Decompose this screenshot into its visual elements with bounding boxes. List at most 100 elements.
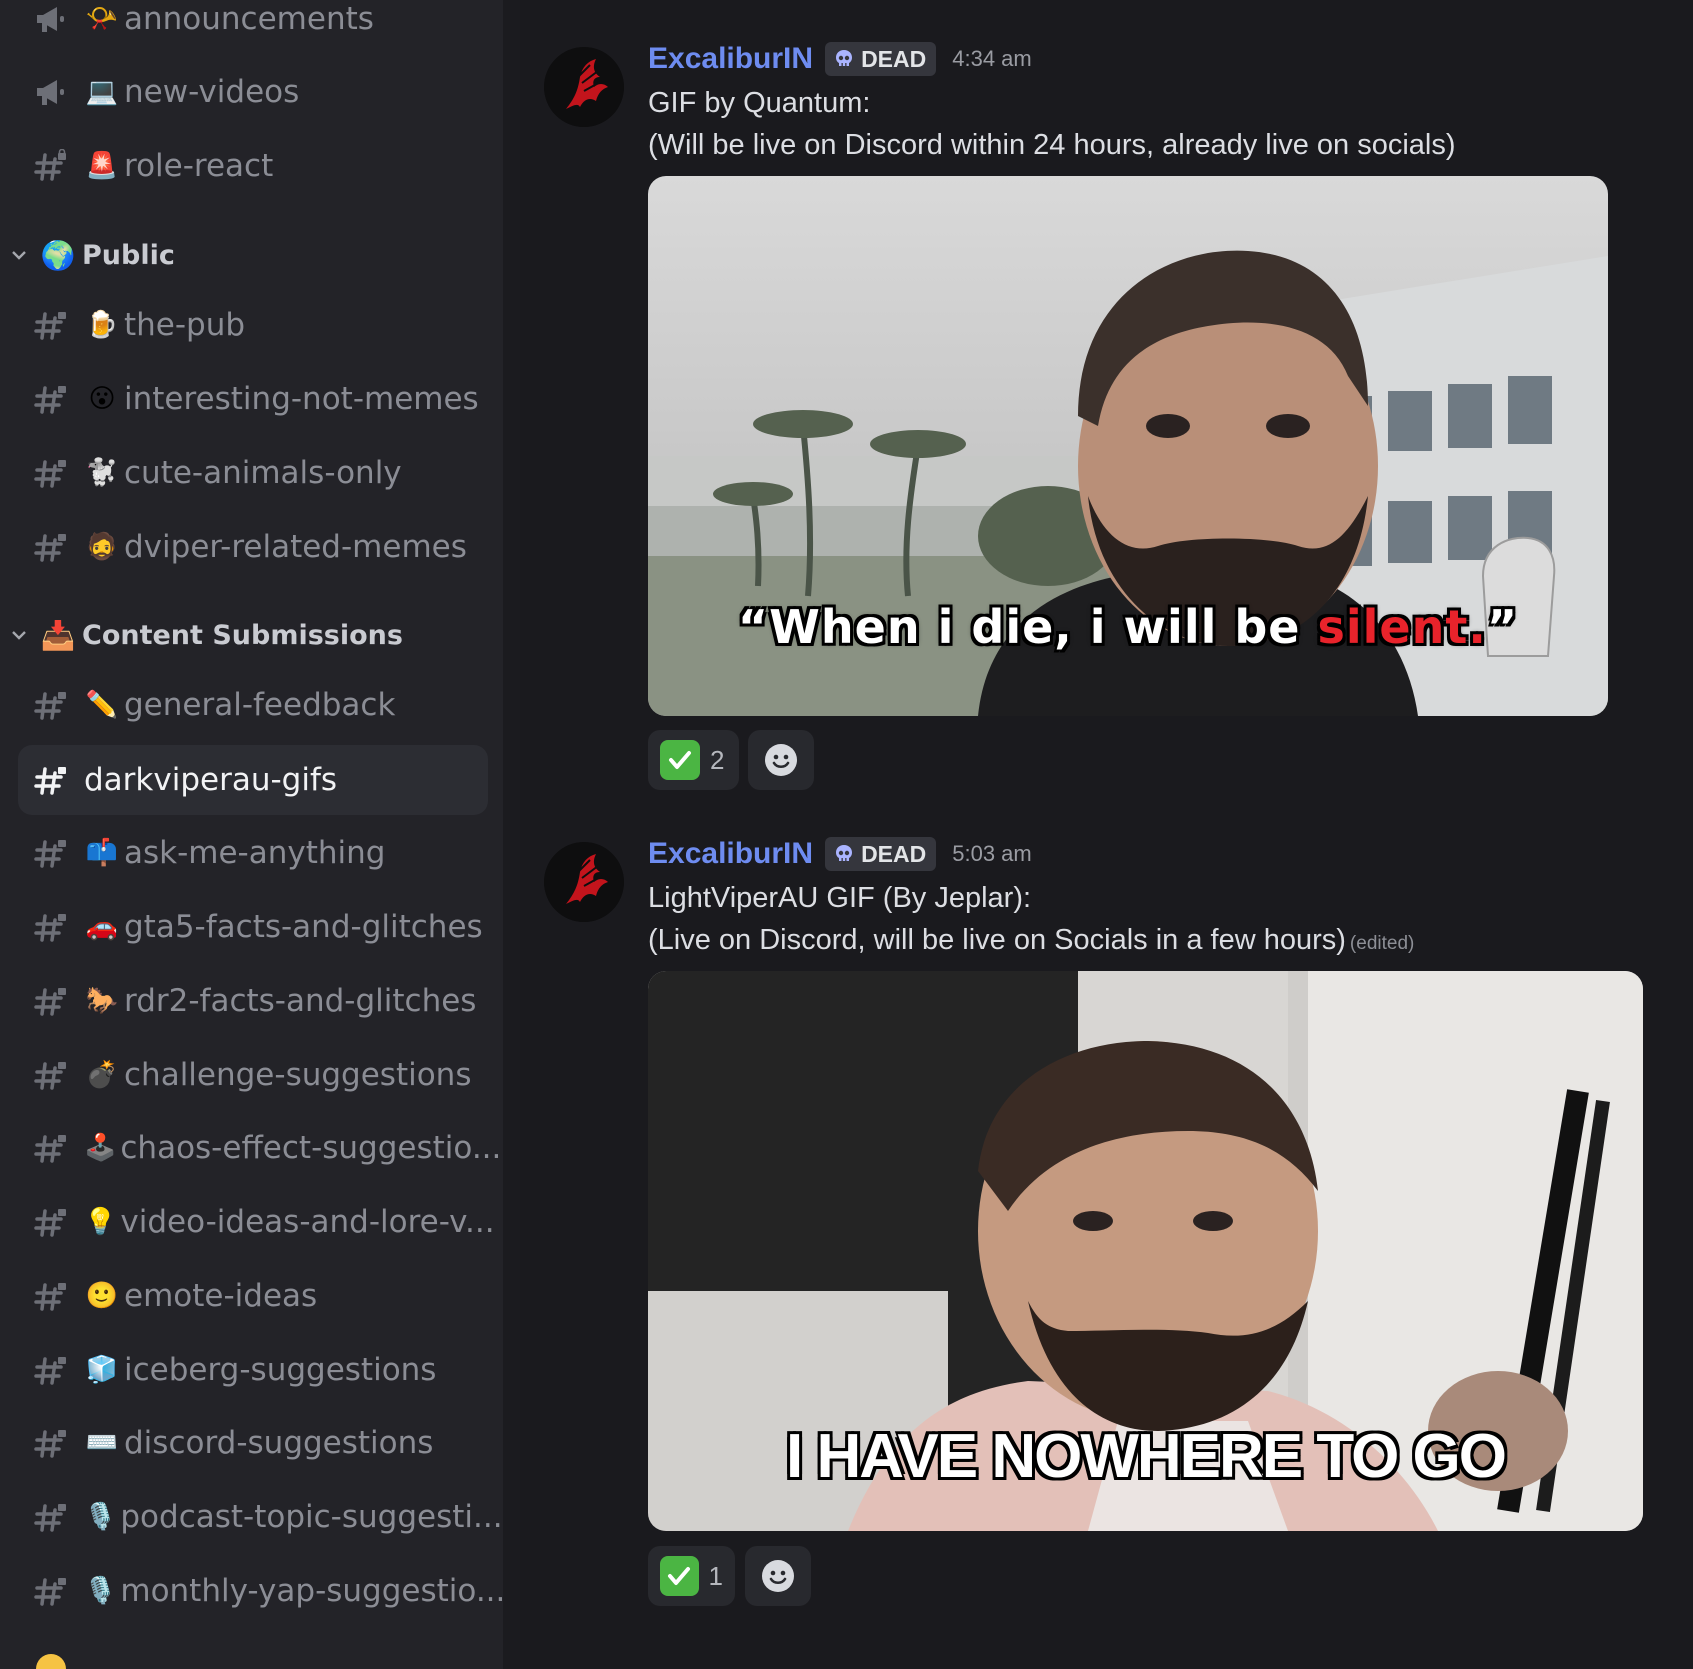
computer-emoji: 💻 — [85, 77, 119, 107]
caption-text: ” — [1486, 600, 1519, 654]
channel-name: gta5-facts-and-glitches — [124, 909, 483, 945]
megaphone-icon — [34, 2, 68, 36]
pencil-emoji: ✏️ — [85, 690, 119, 720]
smiley-icon — [765, 744, 797, 776]
message-text: GIF by Quantum: — [648, 87, 871, 119]
channel-cute-animals-only[interactable]: 🐩 cute-animals-only — [18, 438, 488, 508]
caption-highlight: silent. — [1317, 600, 1487, 654]
channel-general-feedback[interactable]: ✏️ general-feedback — [18, 670, 488, 740]
check-mark-icon — [660, 740, 700, 780]
locked-hash-icon — [34, 1574, 68, 1608]
channel-announcements[interactable]: 📯 announcements — [18, 0, 488, 54]
reaction-count: 1 — [708, 1560, 723, 1591]
timestamp[interactable]: 4:34 am — [952, 46, 1032, 72]
chevron-down-icon — [8, 244, 30, 266]
chevron-down-icon — [8, 624, 30, 646]
locked-hash-icon — [34, 1500, 68, 1534]
channel-name: darkviperau-gifs — [84, 762, 338, 798]
channel-name: dviper-related-memes — [124, 529, 467, 565]
skull-icon — [836, 50, 853, 66]
add-reaction-button[interactable] — [745, 1546, 811, 1606]
partial-emoji-icon — [36, 1654, 66, 1669]
locked-hash-icon — [34, 1426, 68, 1460]
channel-podcast-topic-suggestions[interactable]: 🎙️ podcast-topic-suggesti... — [18, 1482, 503, 1552]
channel-name: rdr2-facts-and-glitches — [124, 983, 477, 1019]
message-text: (Live on Discord, will be live on Social… — [648, 924, 1346, 956]
category-public[interactable]: 🌍 Public — [8, 230, 488, 280]
channel-name: ask-me-anything — [124, 835, 386, 871]
channel-name: new-videos — [124, 74, 300, 110]
channel-name: challenge-suggestions — [124, 1057, 472, 1093]
bearded-face-emoji: 🧔 — [85, 532, 119, 562]
avatar[interactable] — [544, 47, 624, 127]
avatar[interactable] — [544, 842, 624, 922]
channel-chaos-effect-suggestions[interactable]: 🕹️ chaos-effect-suggestio... — [18, 1113, 501, 1183]
channel-discord-suggestions[interactable]: ⌨️ discord-suggestions — [18, 1408, 488, 1478]
channel-name: announcements — [124, 1, 374, 37]
edited-label: (edited) — [1349, 933, 1415, 954]
reaction-check[interactable]: 1 — [648, 1546, 735, 1606]
category-content-submissions[interactable]: 📥 Content Submissions — [8, 610, 488, 660]
add-reaction-button[interactable] — [748, 730, 814, 790]
channel-rdr2-facts-and-glitches[interactable]: 🐎 rdr2-facts-and-glitches — [18, 966, 488, 1036]
channel-name: cute-animals-only — [124, 455, 402, 491]
channel-interesting-not-memes[interactable]: 😮 interesting-not-memes — [18, 364, 488, 434]
channel-name: podcast-topic-suggesti... — [120, 1499, 503, 1535]
message-text: LightViperAU GIF (By Jeplar): — [648, 882, 1032, 914]
channel-darkviperau-gifs[interactable]: darkviperau-gifs — [18, 745, 488, 815]
timestamp[interactable]: 5:03 am — [952, 841, 1032, 867]
author-name[interactable]: ExcaliburIN — [648, 42, 813, 76]
postal-horn-emoji: 📯 — [85, 4, 119, 34]
locked-hash-icon — [34, 149, 68, 183]
channel-dviper-related-memes[interactable]: 🧔 dviper-related-memes — [18, 512, 488, 582]
discord-app: 📯 announcements 💻 new-videos 🚨 role-reac… — [0, 0, 1693, 1669]
locked-hash-icon — [34, 382, 68, 416]
gif-caption: “When i die, i will be silent.” — [648, 600, 1608, 654]
channel-video-ideas-and-lore[interactable]: 💡 video-ideas-and-lore-v... — [18, 1187, 495, 1257]
channel-name: monthly-yap-suggestio... — [120, 1573, 503, 1609]
skull-icon — [836, 845, 853, 861]
channel-iceberg-suggestions[interactable]: 🧊 iceberg-suggestions — [18, 1335, 488, 1405]
locked-hash-icon — [34, 1205, 68, 1239]
locked-hash-icon — [34, 688, 68, 722]
gif-attachment[interactable]: I HAVE NOWHERE TO GO — [648, 971, 1643, 1531]
channel-monthly-yap-suggestions[interactable]: 🎙️ monthly-yap-suggestio... — [18, 1556, 503, 1626]
red-eagle-icon — [544, 842, 624, 922]
inbox-tray-emoji: 📥 — [40, 618, 76, 652]
locked-hash-icon — [34, 763, 68, 797]
role-badge[interactable]: DEAD — [825, 42, 937, 76]
globe-emoji: 🌍 — [40, 238, 76, 272]
beer-emoji: 🍺 — [85, 310, 119, 340]
car-emoji: 🚗 — [85, 912, 119, 942]
author-name[interactable]: ExcaliburIN — [648, 837, 813, 871]
message-header: ExcaliburIN DEAD 4:34 am — [648, 42, 1032, 76]
channel-gta5-facts-and-glitches[interactable]: 🚗 gta5-facts-and-glitches — [18, 892, 488, 962]
channel-name: iceberg-suggestions — [124, 1352, 437, 1388]
channel-name: general-feedback — [124, 687, 396, 723]
channel-challenge-suggestions[interactable]: 💣 challenge-suggestions — [18, 1040, 488, 1110]
message: ExcaliburIN DEAD 5:03 am LightViperAU GI… — [520, 795, 1693, 1669]
category-label: Public — [82, 239, 175, 271]
gif-attachment[interactable]: “When i die, i will be silent.” — [648, 176, 1608, 716]
channel-name: the-pub — [124, 307, 246, 343]
locked-hash-icon — [34, 308, 68, 342]
channel-name: emote-ideas — [124, 1278, 318, 1314]
role-badge[interactable]: DEAD — [825, 837, 937, 871]
light-bulb-emoji: 💡 — [84, 1207, 117, 1237]
channel-new-videos[interactable]: 💻 new-videos — [18, 57, 488, 127]
siren-emoji: 🚨 — [85, 151, 119, 181]
channel-ask-me-anything[interactable]: 📫 ask-me-anything — [18, 818, 488, 888]
smiling-face-emoji: 🙂 — [85, 1281, 119, 1311]
microphone-emoji: 🎙️ — [84, 1576, 117, 1606]
locked-hash-icon — [34, 530, 68, 564]
channel-the-pub[interactable]: 🍺 the-pub — [18, 290, 488, 360]
badge-label: DEAD — [861, 840, 927, 867]
channel-emote-ideas[interactable]: 🙂 emote-ideas — [18, 1261, 488, 1331]
horse-emoji: 🐎 — [85, 986, 119, 1016]
channel-role-react[interactable]: 🚨 role-react — [18, 131, 488, 201]
reaction-check[interactable]: 2 — [648, 730, 739, 790]
red-eagle-icon — [544, 47, 624, 127]
message-text-line: (Live on Discord, will be live on Social… — [648, 924, 1414, 957]
locked-hash-icon — [34, 836, 68, 870]
message-list: ExcaliburIN DEAD 4:34 am GIF by Quantum:… — [520, 0, 1693, 1669]
